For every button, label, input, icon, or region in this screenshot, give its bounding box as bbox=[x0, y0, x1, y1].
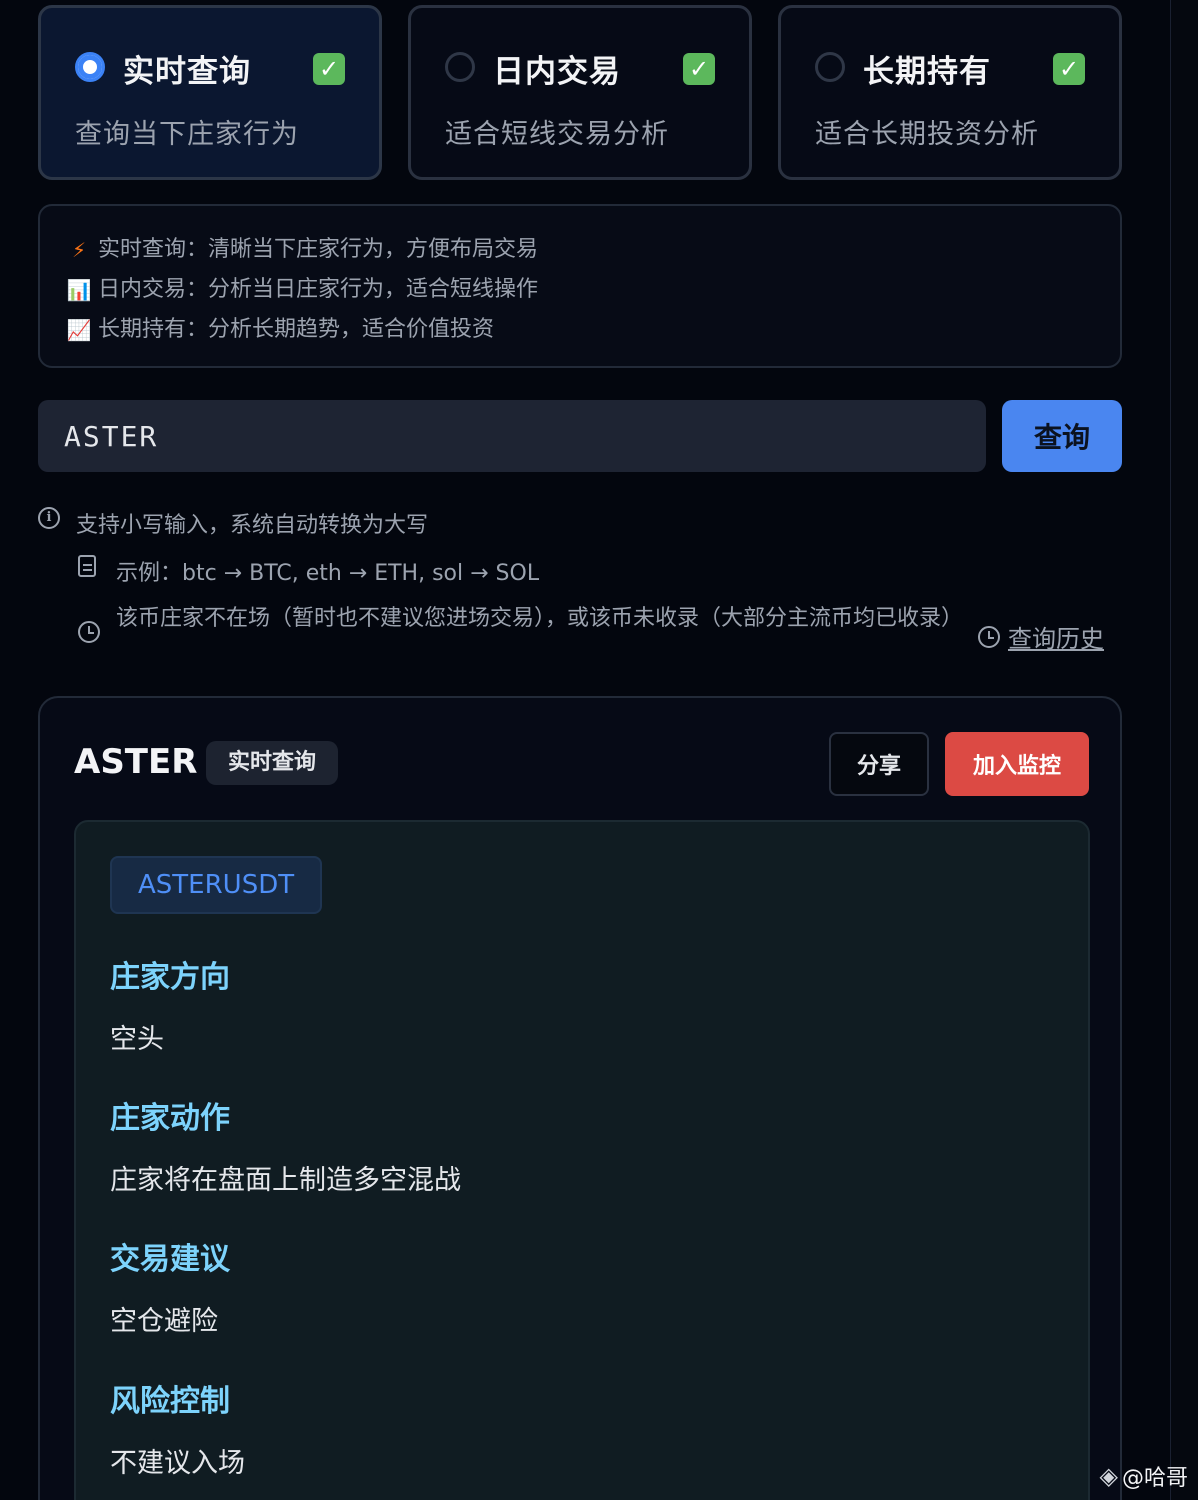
trading-pair-tag[interactable]: ASTERUSDT bbox=[110, 856, 323, 914]
info-text: 长期持有：分析长期趋势，适合价值投资 bbox=[98, 317, 495, 342]
result-panel: ASTER 实时查询 分享 加入监控 ASTERUSDT 庄家方向 空头 庄家动… bbox=[38, 696, 1122, 1500]
result-symbol: ASTER bbox=[74, 742, 198, 782]
mode-card-intraday[interactable]: 日内交易 ✓ 适合短线交易分析 bbox=[408, 5, 752, 180]
tip-example: 示例：btc → BTC, eth → ETH, sol → SOL bbox=[78, 555, 539, 587]
analysis-box: ASTERUSDT 庄家方向 空头 庄家动作 庄家将在盘面上制造多空混战 交易建… bbox=[74, 820, 1090, 1500]
tip-text: 支持小写输入，系统自动转换为大写 bbox=[76, 513, 429, 538]
scrollbar[interactable] bbox=[1170, 0, 1198, 1500]
mode-badge: 实时查询 bbox=[206, 741, 339, 785]
mode-title: 长期持有 bbox=[863, 54, 991, 90]
check-icon: ✓ bbox=[1053, 53, 1085, 85]
mode-title: 实时查询 bbox=[123, 54, 251, 90]
info-text: 日内交易：分析当日庄家行为，适合短线操作 bbox=[98, 277, 539, 302]
share-button[interactable]: 分享 bbox=[829, 732, 929, 796]
trend-up-icon: 📈 bbox=[66, 318, 92, 342]
section-body-risk: 不建议入场 bbox=[110, 1448, 245, 1479]
mode-subtitle: 适合长期投资分析 bbox=[815, 119, 1039, 150]
symbol-search-input[interactable] bbox=[38, 400, 986, 472]
query-history-link[interactable]: 查询历史 bbox=[978, 619, 1104, 654]
history-label[interactable]: 查询历史 bbox=[1008, 619, 1104, 654]
section-title-direction: 庄家方向 bbox=[110, 960, 230, 995]
mode-subtitle: 查询当下庄家行为 bbox=[75, 119, 299, 150]
radio-selected-icon[interactable] bbox=[75, 52, 105, 82]
clock-icon bbox=[978, 625, 1000, 648]
document-icon bbox=[78, 555, 96, 577]
clock-icon bbox=[78, 621, 100, 643]
tip-not-found: 该币庄家不在场（暂时也不建议您进场交易），或该币未收录（大部分主流币均已收录） bbox=[78, 603, 964, 649]
section-body-action: 庄家将在盘面上制造多空混战 bbox=[110, 1165, 461, 1196]
check-icon: ✓ bbox=[683, 53, 715, 85]
info-text: 实时查询：清晰当下庄家行为，方便布局交易 bbox=[98, 237, 539, 262]
watermark: ◈ @哈哥 bbox=[1100, 1460, 1188, 1492]
binance-logo-icon: ◈ bbox=[1099, 1462, 1118, 1490]
mode-card-longterm[interactable]: 长期持有 ✓ 适合长期投资分析 bbox=[778, 5, 1122, 180]
add-monitor-button[interactable]: 加入监控 bbox=[945, 732, 1089, 796]
query-button[interactable]: 查询 bbox=[1002, 400, 1122, 472]
mode-info-box: ⚡ 实时查询：清晰当下庄家行为，方便布局交易 📊 日内交易：分析当日庄家行为，适… bbox=[38, 204, 1122, 368]
info-line-intraday: 📊 日内交易：分析当日庄家行为，适合短线操作 bbox=[66, 270, 1120, 310]
section-body-advice: 空仓避险 bbox=[110, 1306, 218, 1337]
lightning-icon: ⚡ bbox=[71, 238, 87, 262]
mode-title: 日内交易 bbox=[493, 54, 621, 90]
info-line-realtime: ⚡ 实时查询：清晰当下庄家行为，方便布局交易 bbox=[66, 230, 1120, 270]
tip-lowercase: 支持小写输入，系统自动转换为大写 bbox=[38, 507, 428, 539]
radio-unselected-icon[interactable] bbox=[445, 52, 475, 82]
watermark-text: @哈哥 bbox=[1121, 1466, 1188, 1491]
check-icon: ✓ bbox=[313, 53, 345, 85]
section-title-action: 庄家动作 bbox=[110, 1101, 230, 1136]
bar-chart-icon: 📊 bbox=[66, 278, 92, 302]
mode-subtitle: 适合短线交易分析 bbox=[445, 119, 669, 150]
mode-card-realtime[interactable]: 实时查询 ✓ 查询当下庄家行为 bbox=[38, 5, 382, 180]
info-line-longterm: 📈 长期持有：分析长期趋势，适合价值投资 bbox=[66, 310, 1120, 350]
section-title-advice: 交易建议 bbox=[110, 1242, 230, 1277]
section-title-risk: 风险控制 bbox=[110, 1384, 230, 1419]
section-body-direction: 空头 bbox=[110, 1024, 164, 1055]
radio-unselected-icon[interactable] bbox=[815, 52, 845, 82]
tip-text: 示例：btc → BTC, eth → ETH, sol → SOL bbox=[116, 561, 540, 586]
tip-text: 该币庄家不在场（暂时也不建议您进场交易），或该币未收录（大部分主流币均已收录） bbox=[116, 606, 964, 631]
info-icon bbox=[38, 507, 60, 529]
